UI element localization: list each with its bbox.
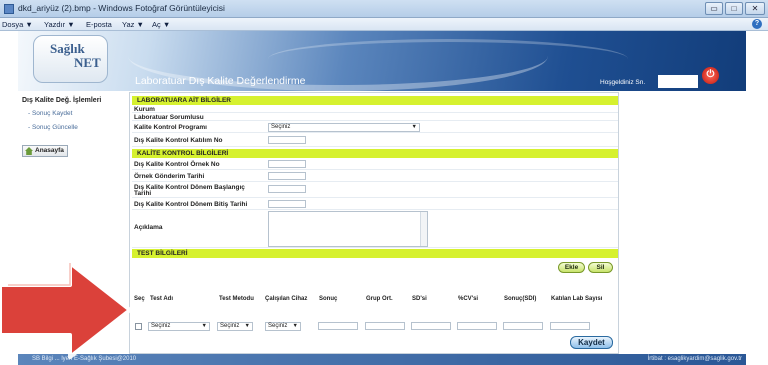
- col-header-sonuc: Sonuç: [319, 296, 338, 302]
- logo-text-net: NET: [74, 55, 101, 70]
- label-baslangic-line2: Tarihi: [134, 190, 152, 197]
- row-gonderim: Örnek Gönderim Tarihi: [132, 170, 618, 182]
- program-select-value: Seçiniz: [271, 124, 291, 130]
- label-aciklama: Açıklama: [134, 224, 163, 231]
- user-name-box: [658, 75, 698, 88]
- katilim-no-input[interactable]: [268, 136, 306, 144]
- bitis-date-input[interactable]: [268, 200, 306, 208]
- red-arrow-highlight: [8, 263, 71, 286]
- section-lab-info: LABORATUARA AİT BİLGİLER: [132, 96, 618, 105]
- maximize-button[interactable]: □: [725, 2, 743, 15]
- save-button[interactable]: Kaydet: [570, 336, 613, 349]
- grup-ort-input[interactable]: [365, 322, 405, 330]
- menu-yazdir[interactable]: Yazdır ▼: [44, 20, 75, 29]
- col-header-test-metodu: Test Metodu: [219, 296, 254, 302]
- window-title: dkd_ariyüz (2).bmp - Windows Fotoğraf Gö…: [18, 3, 225, 13]
- window-titlebar: dkd_ariyüz (2).bmp - Windows Fotoğraf Gö…: [0, 0, 768, 18]
- photo-viewer-window: dkd_ariyüz (2).bmp - Windows Fotoğraf Gö…: [0, 0, 768, 365]
- menu-yaz[interactable]: Yaz ▼: [122, 20, 144, 29]
- col-header-sdi: Sonuç(SDI): [504, 296, 537, 302]
- test-adi-select-value: Seçiniz: [151, 323, 171, 329]
- sidebar-heading: Dış Kalite Değ. İşlemleri: [22, 97, 102, 104]
- chevron-down-icon: ▼: [411, 124, 417, 130]
- sidebar-item-sonuc-guncelle[interactable]: - Sonuç Güncelle: [28, 124, 78, 131]
- ornek-no-input[interactable]: [268, 160, 306, 168]
- help-icon[interactable]: ?: [752, 19, 762, 29]
- col-header-cv: %CV'si: [458, 296, 479, 302]
- row-bitis: Dış Kalite Kontrol Dönem Bitiş Tarihi: [132, 198, 618, 210]
- col-header-cihaz: Çalışılan Cihaz: [265, 296, 308, 302]
- aciklama-textarea[interactable]: [268, 211, 428, 247]
- program-select[interactable]: Seçiniz ▼: [268, 123, 420, 132]
- power-icon[interactable]: ⏻: [702, 67, 719, 84]
- section-kalite-info: KALİTE KONTROL BİLGİLERİ: [132, 149, 618, 158]
- saglik-net-logo: Sağlık NET: [33, 35, 108, 83]
- test-metodu-select-value: Seçiniz: [220, 323, 240, 329]
- test-metodu-select[interactable]: Seçiniz ▼: [217, 322, 253, 331]
- row-program: Kalite Kontrol Programı Seçiniz ▼: [132, 121, 618, 133]
- menu-dosya[interactable]: Dosya ▼: [2, 20, 33, 29]
- delete-row-button[interactable]: Sil: [588, 262, 613, 273]
- sdi-input[interactable]: [503, 322, 543, 330]
- welcome-text: Hoşgeldiniz Sn.: [600, 79, 646, 86]
- gonderim-date-input[interactable]: [268, 172, 306, 180]
- row-aciklama: Açıklama: [132, 210, 618, 248]
- lab-sayisi-input[interactable]: [550, 322, 590, 330]
- cihaz-select[interactable]: Seçiniz ▼: [265, 322, 301, 331]
- col-header-lab-sayisi: Katılan Lab Sayısı: [551, 296, 603, 302]
- label-ornek-no: Dış Kalite Kontrol Örnek No: [134, 161, 220, 168]
- add-row-button[interactable]: Ekle: [558, 262, 585, 273]
- col-header-test-adi: Test Adı: [150, 296, 174, 302]
- col-header-grup-ort: Grup Ort.: [366, 296, 393, 302]
- menu-ac[interactable]: Aç ▼: [152, 20, 170, 29]
- cihaz-select-value: Seçiniz: [268, 323, 288, 329]
- section-test-info: TEST BİLGİLERİ: [132, 249, 618, 258]
- label-bitis: Dış Kalite Kontrol Dönem Bitiş Tarihi: [134, 201, 248, 208]
- app-title: Laboratuar Dış Kalite Değerlendirme: [135, 75, 306, 87]
- chevron-down-icon: ▼: [201, 323, 207, 329]
- app-icon: [4, 4, 14, 14]
- menu-eposta[interactable]: E-posta: [86, 20, 112, 29]
- close-button[interactable]: ✕: [745, 2, 765, 15]
- label-kurum: Kurum: [134, 106, 155, 113]
- cv-input[interactable]: [457, 322, 497, 330]
- row-baslangic: Dış Kalite Kontrol Dönem Başlangıç Tarih…: [132, 182, 618, 198]
- red-arrow-shape: [0, 261, 132, 359]
- row-kurum: Kurum: [132, 105, 618, 113]
- menu-bar: Dosya ▼ Yazdır ▼ E-posta Yaz ▼ Aç ▼ ?: [0, 18, 768, 31]
- test-adi-select[interactable]: Seçiniz ▼: [148, 322, 210, 331]
- form-panel: LABORATUARA AİT BİLGİLER Kurum Laboratua…: [129, 92, 619, 354]
- sidebar-item-sonuc-kaydet[interactable]: - Sonuç Kaydet: [28, 110, 72, 117]
- minimize-button[interactable]: ▭: [705, 2, 723, 15]
- banner-swoosh-2: [268, 39, 628, 79]
- home-arrow-icon: [25, 147, 33, 155]
- row-katilim-no: Dış Kalite Kontrol Katılım No: [132, 133, 618, 147]
- chevron-down-icon: ▼: [292, 323, 298, 329]
- home-button[interactable]: Anasayfa: [22, 145, 68, 157]
- label-sorumlusu: Laboratuar Sorumlusu: [134, 114, 204, 121]
- home-button-label: Anasayfa: [35, 147, 64, 154]
- row-sorumlusu: Laboratuar Sorumlusu: [132, 113, 618, 121]
- baslangic-date-input[interactable]: [268, 185, 306, 193]
- sonuc-input[interactable]: [318, 322, 358, 330]
- aciklama-scrollbar[interactable]: [420, 212, 427, 246]
- footer-contact: İrtibat : esaglikyardim@saglik.gov.tr: [647, 356, 742, 362]
- label-program: Kalite Kontrol Programı: [134, 124, 207, 131]
- chevron-down-icon: ▼: [244, 323, 250, 329]
- sd-input[interactable]: [411, 322, 451, 330]
- label-gonderim: Örnek Gönderim Tarihi: [134, 173, 205, 180]
- header-banner: Sağlık NET Laboratuar Dış Kalite Değerle…: [18, 31, 746, 91]
- row-ornek-no: Dış Kalite Kontrol Örnek No: [132, 158, 618, 170]
- label-katilim-no: Dış Kalite Kontrol Katılım No: [134, 137, 223, 144]
- col-header-sd: SD'si: [412, 296, 427, 302]
- red-arrow-overlay: [0, 261, 132, 359]
